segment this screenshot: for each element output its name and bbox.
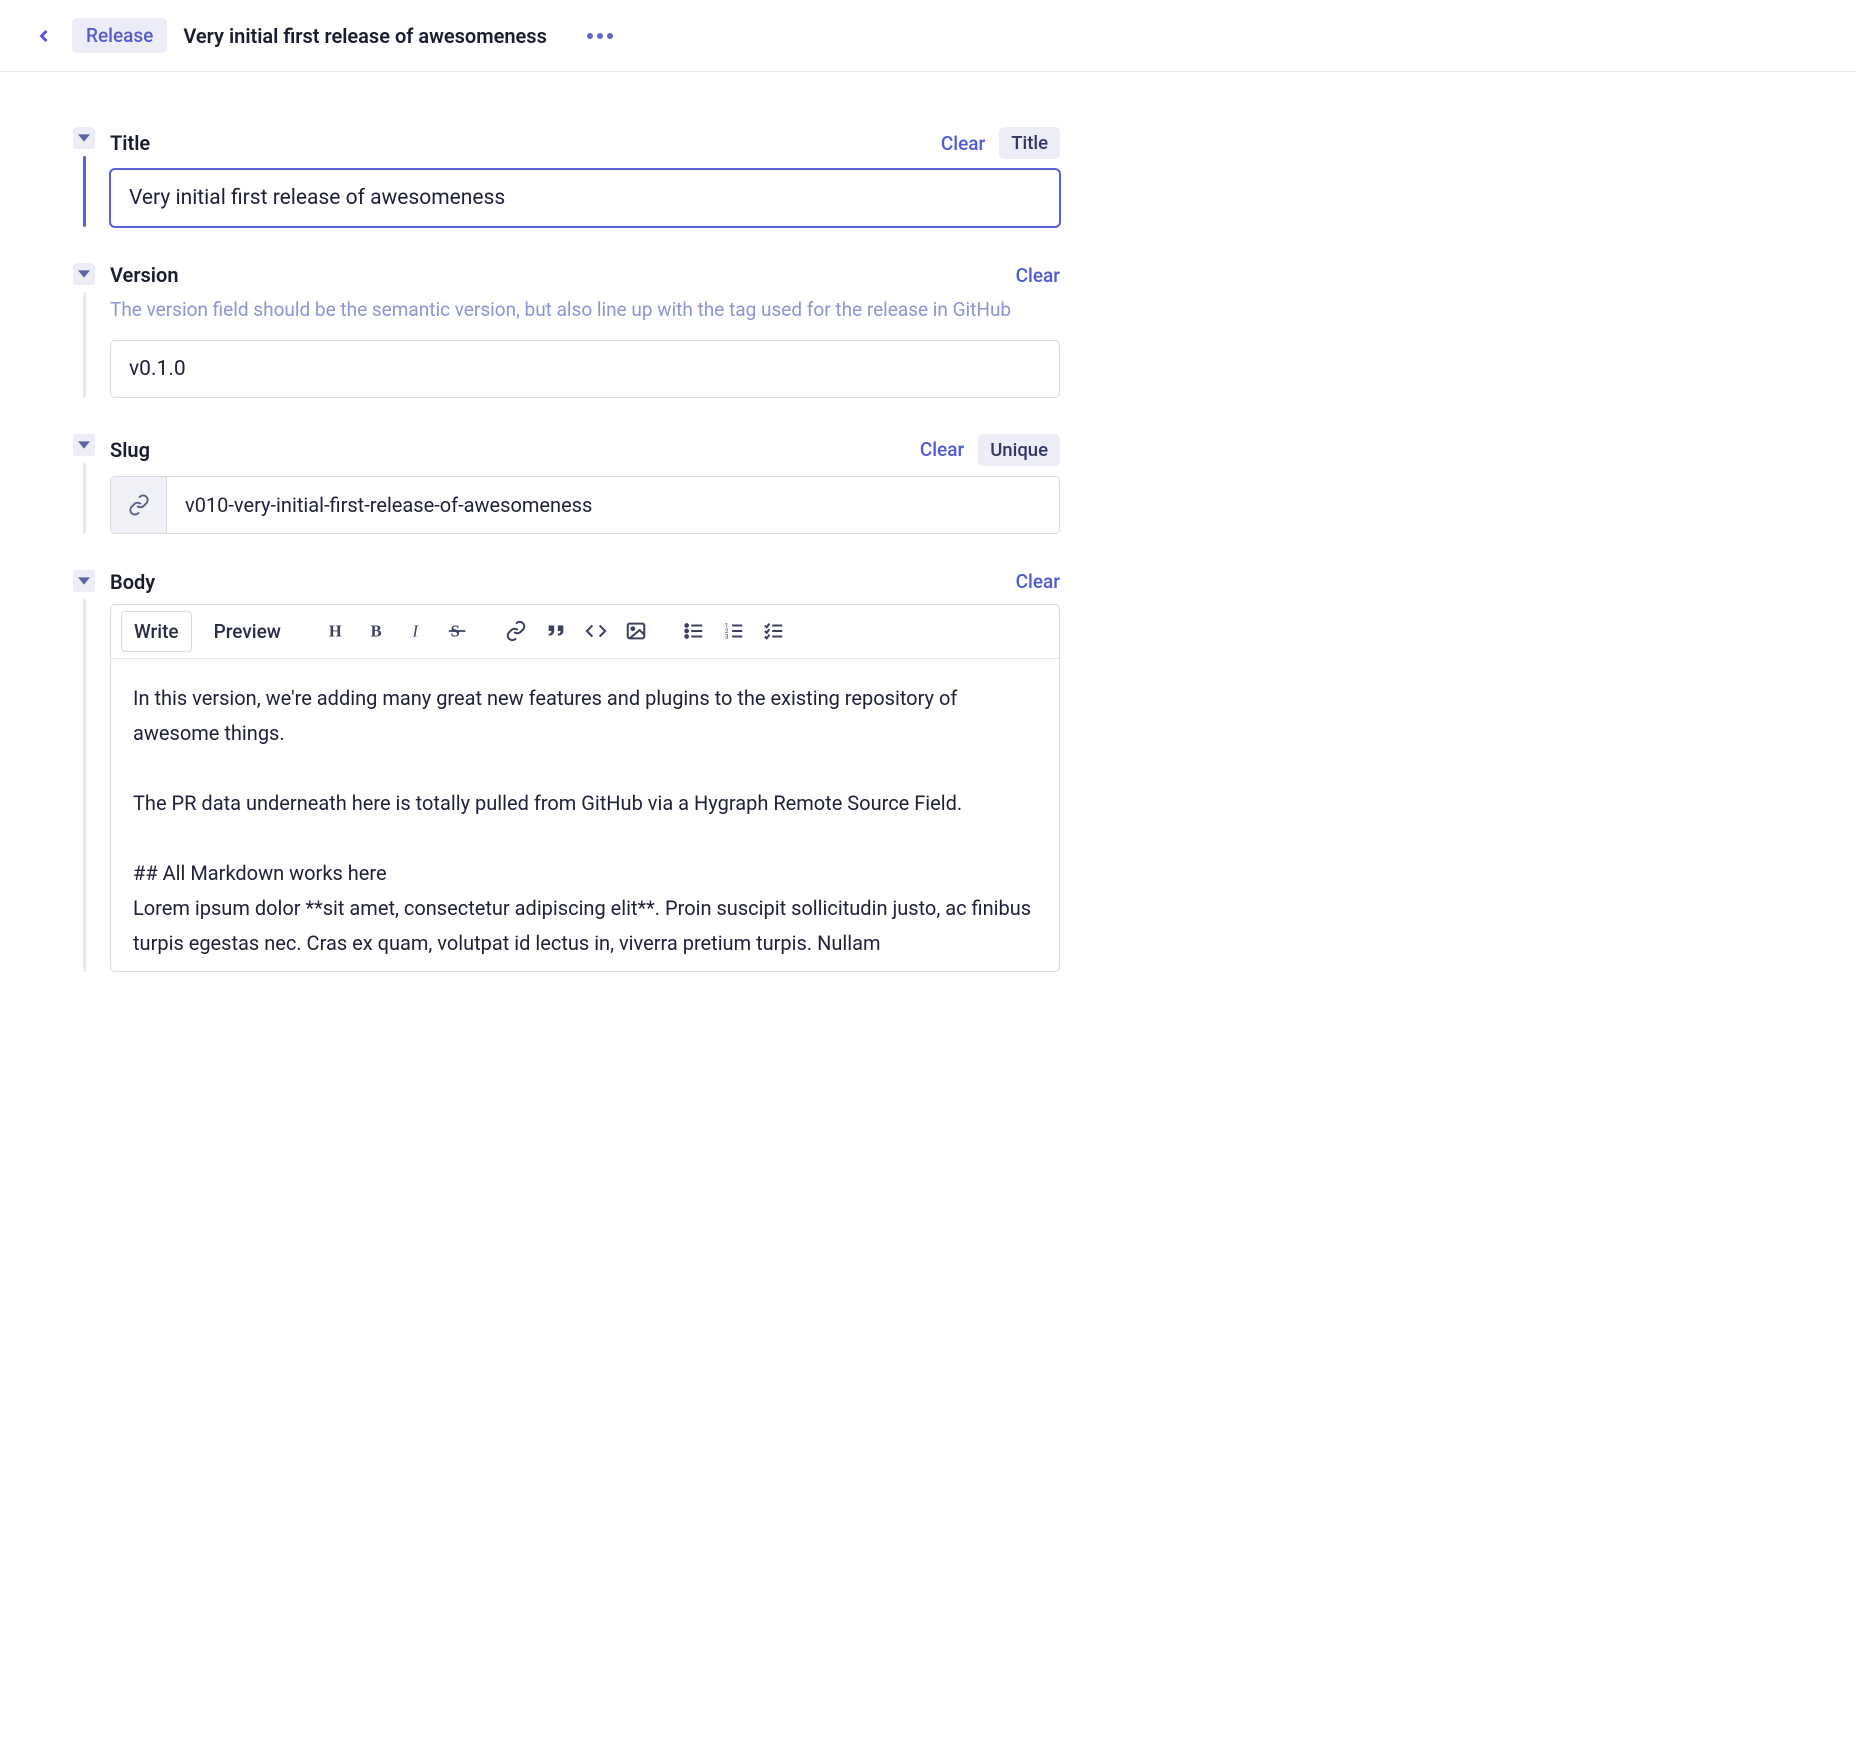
code-button[interactable] [583,618,609,644]
task-list-button[interactable] [761,618,787,644]
page-header: Release Very initial first release of aw… [0,0,1856,72]
field-menu-button[interactable] [73,434,95,456]
bullet-list-button[interactable] [681,618,707,644]
link-icon [111,477,167,533]
editor-toolbar: Write Preview H B I S [111,605,1059,659]
content-type-tag: Release [72,18,167,53]
svg-text:B: B [371,622,382,641]
field-menu-button[interactable] [73,263,95,285]
slug-clear-button[interactable]: Clear [920,438,964,461]
version-description: The version field should be the semantic… [110,297,1060,324]
body-textarea[interactable]: In this version, we're adding many great… [111,659,1059,971]
back-button[interactable] [30,22,58,50]
field-version: Version Clear The version field should b… [70,263,1060,398]
write-tab[interactable]: Write [121,611,192,652]
title-label: Title [110,131,150,155]
title-input[interactable] [110,169,1060,227]
italic-button[interactable]: I [405,618,431,644]
slug-input[interactable] [167,477,1059,533]
slug-unique-badge[interactable]: Unique [978,434,1060,466]
link-button[interactable] [503,618,529,644]
version-input[interactable] [110,340,1060,398]
markdown-editor: Write Preview H B I S [110,604,1060,972]
heading-button[interactable]: H [325,618,351,644]
field-menu-button[interactable] [73,570,95,592]
title-badge[interactable]: Title [999,127,1060,159]
version-clear-button[interactable]: Clear [1016,264,1060,287]
preview-tab[interactable]: Preview [202,612,293,651]
svg-text:I: I [411,622,419,641]
body-label: Body [110,570,155,594]
page-title: Very initial first release of awesomenes… [183,24,547,48]
quote-button[interactable] [543,618,569,644]
slug-input-wrapper [110,476,1060,534]
numbered-list-button[interactable]: 123 [721,618,747,644]
strikethrough-button[interactable]: S [445,618,471,644]
image-button[interactable] [623,618,649,644]
field-title: Title Clear Title [70,127,1060,227]
more-actions-button[interactable] [587,33,613,39]
form-content: Title Clear Title Version Clear [0,72,1100,972]
slug-label: Slug [110,438,150,462]
title-clear-button[interactable]: Clear [941,132,985,155]
svg-text:3: 3 [725,632,729,640]
field-menu-button[interactable] [73,127,95,149]
svg-text:H: H [329,622,342,641]
field-body: Body Clear Write Preview H B I S [70,570,1060,972]
field-gutter [70,127,98,227]
field-slug: Slug Clear Unique [70,434,1060,534]
bold-button[interactable]: B [365,618,391,644]
version-label: Version [110,263,179,287]
body-clear-button[interactable]: Clear [1016,570,1060,593]
